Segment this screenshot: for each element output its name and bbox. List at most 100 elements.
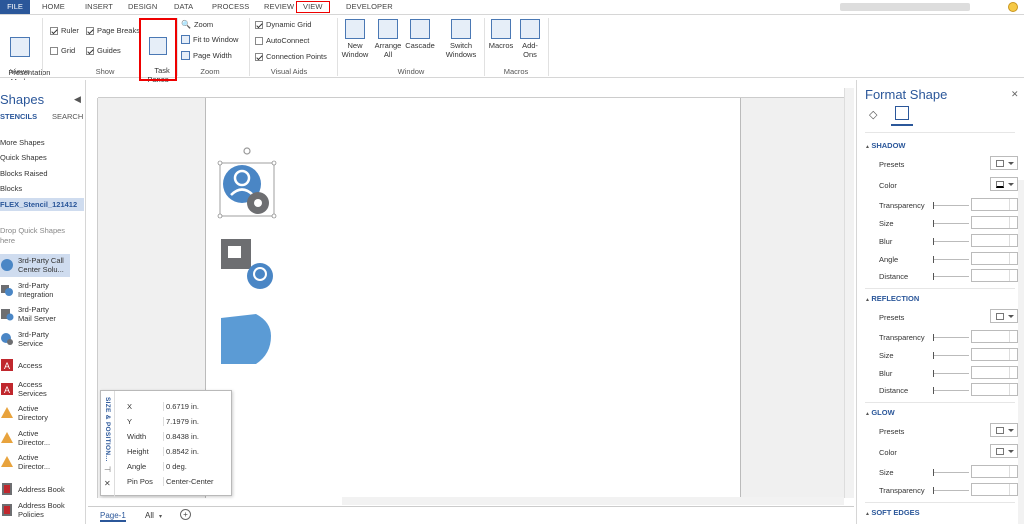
guides-checkbox[interactable]: Guides [86, 46, 121, 55]
shadow-angle-slider[interactable] [933, 256, 969, 263]
shadow-size-input[interactable] [971, 216, 1018, 229]
user-account[interactable] [840, 3, 970, 11]
sp-value-angle[interactable]: 0 deg. [163, 462, 223, 471]
shadow-blur-input[interactable] [971, 234, 1018, 247]
sp-value-x[interactable]: 0.6719 in. [163, 402, 223, 411]
fill-line-icon[interactable]: ◇ [869, 108, 877, 121]
tab-insert[interactable]: INSERT [85, 2, 113, 11]
stencil-flex[interactable]: FLEX_Stencil_121412 [0, 198, 84, 211]
glow-size-input[interactable] [971, 465, 1018, 478]
smiley-feedback-icon[interactable] [1008, 2, 1018, 12]
shape-access[interactable]: A Access [0, 358, 42, 372]
zoom-button[interactable]: 🔍 Zoom [181, 20, 213, 29]
glow-transparency-slider[interactable] [933, 487, 969, 494]
tab-file[interactable]: FILE [0, 0, 30, 14]
tab-stencils[interactable]: STENCILS [0, 112, 37, 121]
section-reflection[interactable]: REFLECTION [865, 294, 919, 303]
section-glow[interactable]: GLOW [865, 408, 894, 417]
shape-3rd-party-service[interactable]: 3rd-Party Service [0, 330, 49, 348]
shadow-size-slider[interactable] [933, 220, 969, 227]
shape-active-directory-3[interactable]: Active Director... [0, 453, 50, 471]
tab-process[interactable]: PROCESS [212, 2, 249, 11]
switch-windows-button[interactable]: Switch Windows [443, 19, 479, 59]
page-width-button[interactable]: Page Width [181, 51, 232, 60]
reflection-size-input[interactable] [971, 348, 1018, 361]
all-pages-dropdown-icon[interactable]: ▾ [159, 513, 162, 520]
tab-view[interactable]: VIEW [296, 1, 330, 13]
shadow-transparency-input[interactable] [971, 198, 1018, 211]
addons-button[interactable]: Add- Ons [516, 19, 544, 59]
shadow-distance-slider[interactable] [933, 273, 969, 280]
page-1-tab[interactable]: Page-1 [100, 511, 126, 522]
shape-3rd-party-integration[interactable]: 3rd-Party Integration [0, 281, 53, 299]
shape-3rd-party-mail-server[interactable]: 3rd-Party Mail Server [0, 305, 56, 323]
add-page-icon[interactable]: + [180, 509, 191, 520]
cascade-button[interactable]: Cascade [404, 19, 436, 50]
section-shadow[interactable]: SHADOW [865, 141, 905, 150]
arrange-all-button[interactable]: Arrange All [372, 19, 404, 59]
close-icon[interactable]: ✕ [1011, 89, 1019, 100]
size-position-titlebar[interactable]: SIZE & POSITION... ⊣ ✕ [101, 391, 115, 497]
shape-active-directory[interactable]: Active Directory [0, 404, 48, 422]
macros-button[interactable]: Macros [486, 19, 516, 50]
tab-design[interactable]: DESIGN [128, 2, 157, 11]
section-soft-edges[interactable]: SOFT EDGES [865, 508, 919, 517]
reflection-size-slider[interactable] [933, 352, 969, 359]
shadow-distance-input[interactable] [971, 269, 1018, 282]
glow-presets-dropdown[interactable] [990, 423, 1018, 437]
vertical-scrollbar[interactable] [844, 88, 854, 498]
drawing-page[interactable] [205, 98, 741, 498]
collapse-panel-icon[interactable]: ◀ [74, 94, 81, 105]
quick-shapes[interactable]: Quick Shapes [0, 153, 47, 162]
glow-size-slider[interactable] [933, 469, 969, 476]
shadow-presets-dropdown[interactable] [990, 156, 1018, 170]
more-shapes[interactable]: More Shapes [0, 138, 45, 147]
reflection-transparency-input[interactable] [971, 330, 1018, 343]
sp-value-y[interactable]: 7.1979 in. [163, 417, 223, 426]
horizontal-scrollbar[interactable] [342, 497, 844, 505]
format-shape-scrollbar[interactable] [1018, 180, 1024, 524]
close-icon[interactable]: ✕ [104, 479, 111, 488]
shape-address-book-policies[interactable]: Address Book Policies [0, 501, 65, 519]
fit-to-window-button[interactable]: Fit to Window [181, 35, 238, 44]
shape-active-directory-2[interactable]: Active Director... [0, 429, 50, 447]
connection-points-checkbox[interactable]: Connection Points [255, 52, 327, 61]
tab-developer[interactable]: DEVELOPER [346, 2, 393, 11]
ruler-checkbox[interactable]: Ruler [50, 26, 79, 35]
glow-transparency-input[interactable] [971, 483, 1018, 496]
sp-value-pin-pos[interactable]: Center-Center [163, 477, 223, 486]
sp-value-height[interactable]: 0.8542 in. [163, 447, 223, 456]
selected-shape-user-settings[interactable] [217, 147, 277, 219]
dynamic-grid-checkbox[interactable]: Dynamic Grid [255, 20, 311, 29]
shadow-transparency-slider[interactable] [933, 202, 969, 209]
shape-3rd-party-call-center[interactable]: 3rd-Party Call Center Solu... [0, 256, 64, 274]
shadow-blur-slider[interactable] [933, 238, 969, 245]
effects-icon[interactable] [895, 106, 909, 120]
reflection-blur-input[interactable] [971, 366, 1018, 379]
shape-address-book[interactable]: Address Book [0, 482, 65, 496]
all-pages-tab[interactable]: All [145, 511, 154, 520]
shape-cylinder[interactable] [221, 314, 271, 364]
reflection-blur-slider[interactable] [933, 370, 969, 377]
blocks[interactable]: Blocks [0, 184, 22, 193]
pin-icon[interactable]: ⊣ [104, 465, 111, 474]
tab-home[interactable]: HOME [42, 2, 65, 11]
autoconnect-checkbox[interactable]: AutoConnect [255, 36, 309, 45]
reflection-distance-slider[interactable] [933, 387, 969, 394]
shape-integration[interactable] [221, 239, 273, 289]
tab-data[interactable]: DATA [174, 2, 193, 11]
tab-review[interactable]: REVIEW [264, 2, 294, 11]
shape-access-services[interactable]: A Access Services [0, 380, 47, 398]
reflection-transparency-slider[interactable] [933, 334, 969, 341]
shadow-angle-input[interactable] [971, 252, 1018, 265]
page-breaks-checkbox[interactable]: Page Breaks [86, 26, 140, 35]
shadow-color-dropdown[interactable] [990, 177, 1018, 191]
sp-value-width[interactable]: 0.8438 in. [163, 432, 223, 441]
reflection-presets-dropdown[interactable] [990, 309, 1018, 323]
vertical-ruler[interactable] [88, 98, 98, 498]
new-window-button[interactable]: New Window [340, 19, 370, 59]
tab-search[interactable]: SEARCH [52, 112, 83, 121]
glow-color-dropdown[interactable] [990, 444, 1018, 458]
horizontal-ruler[interactable] [98, 88, 854, 98]
blocks-raised[interactable]: Blocks Raised [0, 169, 48, 178]
